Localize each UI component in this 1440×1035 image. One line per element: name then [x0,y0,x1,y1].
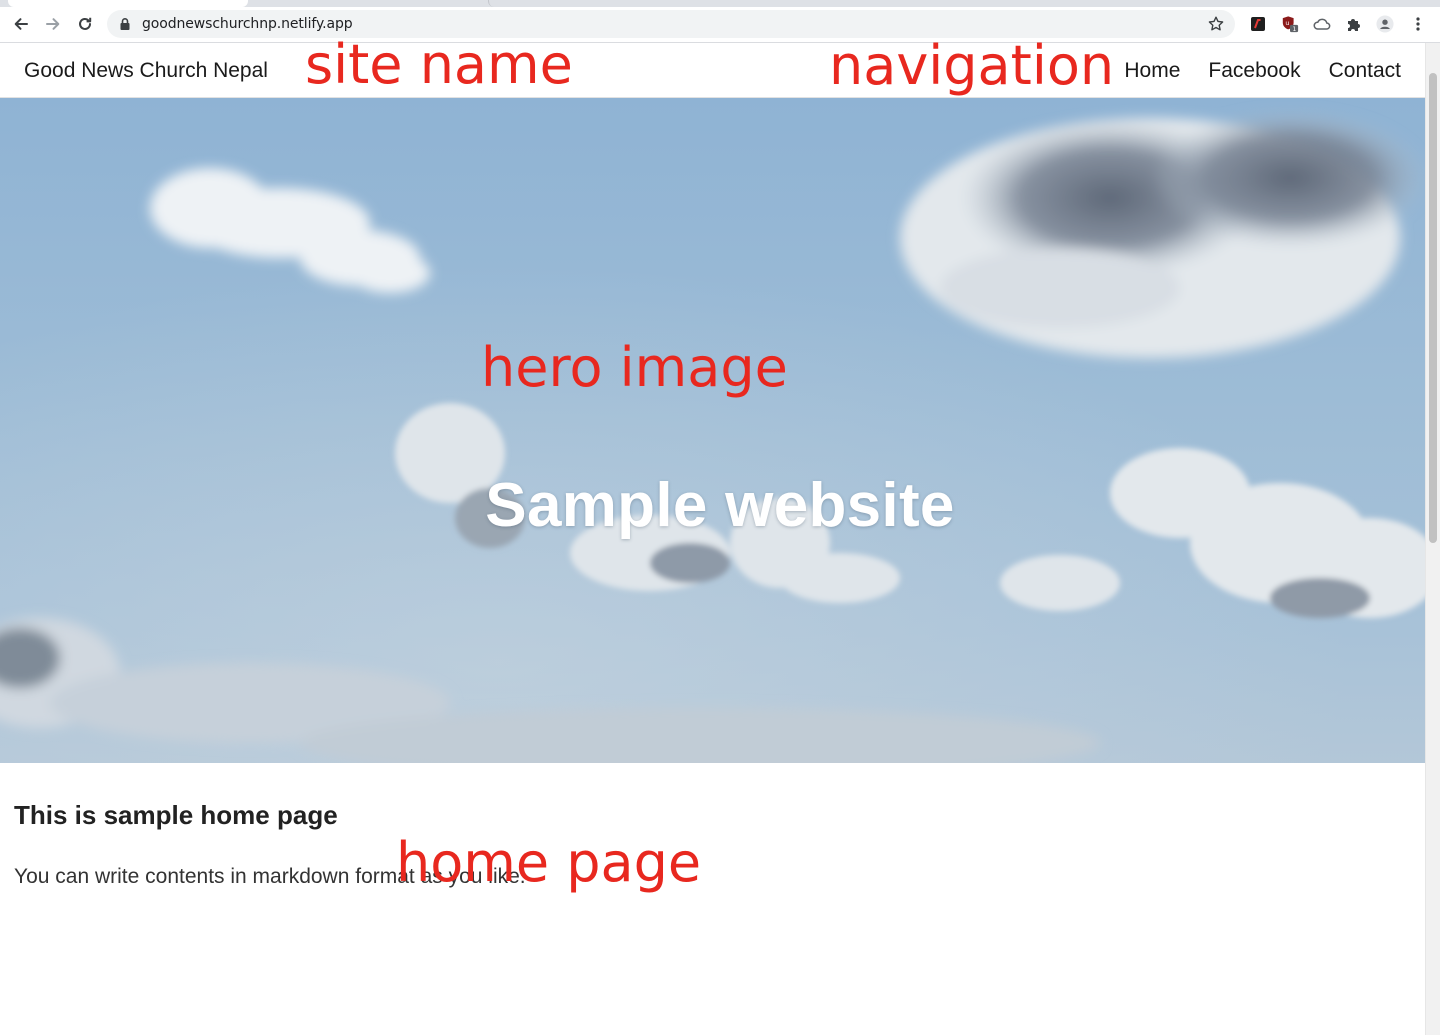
svg-text:u: u [1285,20,1289,27]
reload-icon[interactable] [72,11,98,37]
back-icon[interactable] [8,11,34,37]
web-page: Good News Church Nepal Home Facebook Con… [0,43,1425,1035]
active-tab[interactable] [8,0,248,7]
nav-home-link[interactable]: Home [1124,59,1180,83]
lock-icon[interactable] [119,17,131,36]
extension-badge: 1 [1292,26,1296,33]
nav-contact-link[interactable]: Contact [1329,59,1401,83]
star-icon[interactable] [1207,15,1225,38]
site-header: Good News Church Nepal Home Facebook Con… [0,43,1425,98]
hero-image: Sample website [0,98,1425,763]
hero-title: Sample website [485,471,955,540]
tab-strip [0,0,1440,7]
shield-extension-icon[interactable]: u1 [1281,15,1299,33]
content-heading: This is sample home page [14,800,338,830]
extension-icon[interactable] [1249,15,1267,33]
profile-icon[interactable] [1376,15,1394,33]
navigation: Home Facebook Contact [1124,59,1401,83]
page-scrollbar[interactable] [1425,43,1440,1035]
nav-facebook-link[interactable]: Facebook [1208,59,1300,83]
menu-icon[interactable] [1409,15,1427,33]
annotation-hero-image: hero image [481,336,788,399]
annotation-home-page: home page [396,831,702,894]
browser-toolbar: goodnewschurchnp.netlify.app u1 [0,7,1440,43]
tab-divider [488,0,729,7]
site-name-link[interactable]: Good News Church Nepal [24,59,268,83]
sky-background [0,98,1425,763]
puzzle-icon[interactable] [1345,15,1363,33]
scrollbar-thumb[interactable] [1429,73,1437,543]
cloud-icon[interactable] [1313,15,1331,33]
annotation-site-name: site name [305,33,573,96]
forward-icon[interactable] [40,11,66,37]
annotation-navigation: navigation [829,34,1115,97]
url-text[interactable]: goodnewschurchnp.netlify.app [142,16,353,32]
